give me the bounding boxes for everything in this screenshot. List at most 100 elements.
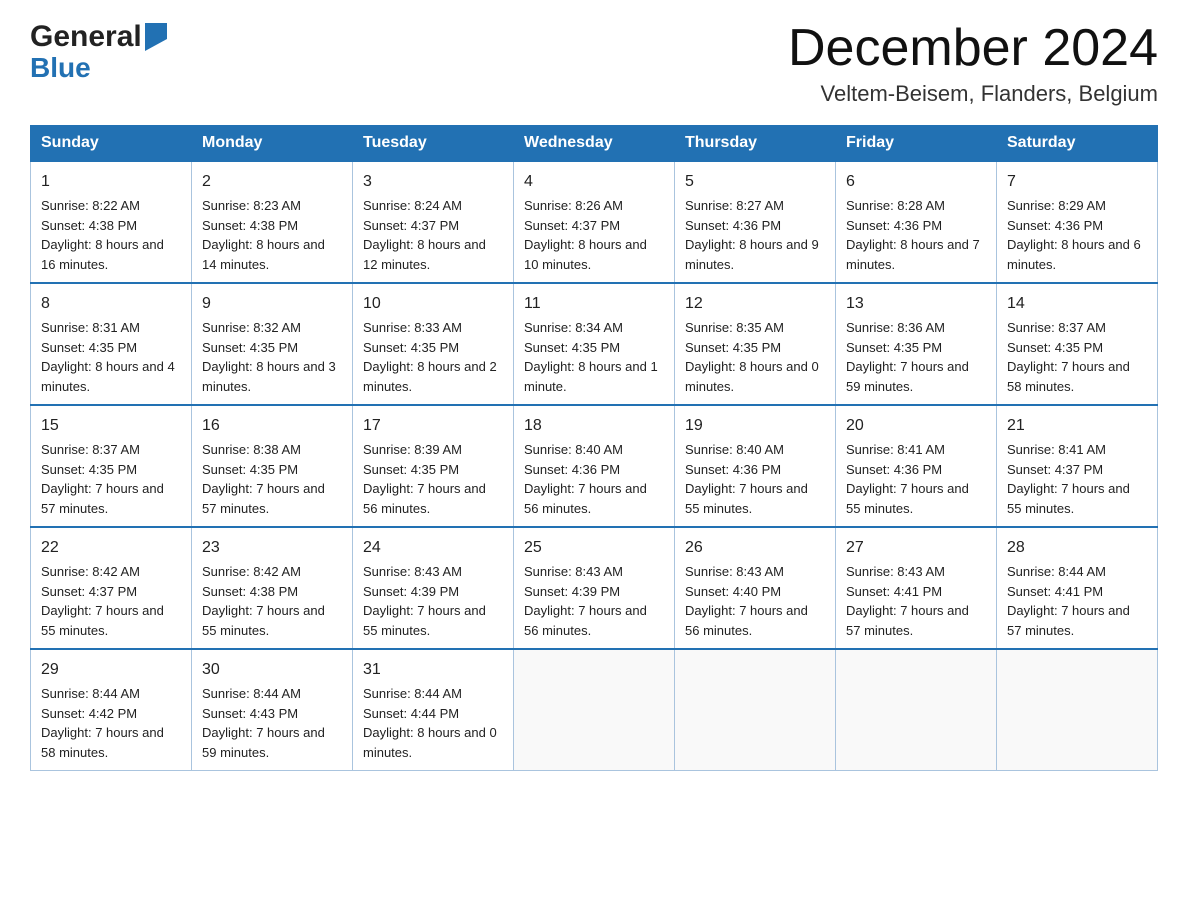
day-number: 8 <box>41 292 181 316</box>
day-number: 14 <box>1007 292 1147 316</box>
calendar-cell: 8Sunrise: 8:31 AMSunset: 4:35 PMDaylight… <box>31 283 192 405</box>
calendar-cell: 14Sunrise: 8:37 AMSunset: 4:35 PMDayligh… <box>997 283 1158 405</box>
day-info: Sunrise: 8:40 AMSunset: 4:36 PMDaylight:… <box>524 440 664 518</box>
day-info: Sunrise: 8:26 AMSunset: 4:37 PMDaylight:… <box>524 196 664 274</box>
day-number: 18 <box>524 414 664 438</box>
calendar-cell: 4Sunrise: 8:26 AMSunset: 4:37 PMDaylight… <box>514 161 675 283</box>
day-number: 7 <box>1007 170 1147 194</box>
day-info: Sunrise: 8:43 AMSunset: 4:41 PMDaylight:… <box>846 562 986 640</box>
calendar-cell: 10Sunrise: 8:33 AMSunset: 4:35 PMDayligh… <box>353 283 514 405</box>
day-number: 15 <box>41 414 181 438</box>
day-info: Sunrise: 8:32 AMSunset: 4:35 PMDaylight:… <box>202 318 342 396</box>
calendar-cell <box>675 649 836 771</box>
day-info: Sunrise: 8:33 AMSunset: 4:35 PMDaylight:… <box>363 318 503 396</box>
calendar-cell <box>836 649 997 771</box>
calendar-cell: 19Sunrise: 8:40 AMSunset: 4:36 PMDayligh… <box>675 405 836 527</box>
day-number: 31 <box>363 658 503 682</box>
day-info: Sunrise: 8:44 AMSunset: 4:44 PMDaylight:… <box>363 684 503 762</box>
day-info: Sunrise: 8:43 AMSunset: 4:40 PMDaylight:… <box>685 562 825 640</box>
calendar-cell: 20Sunrise: 8:41 AMSunset: 4:36 PMDayligh… <box>836 405 997 527</box>
calendar-cell: 9Sunrise: 8:32 AMSunset: 4:35 PMDaylight… <box>192 283 353 405</box>
logo-blue-label: Blue <box>30 52 91 84</box>
calendar-cell: 31Sunrise: 8:44 AMSunset: 4:44 PMDayligh… <box>353 649 514 771</box>
day-number: 25 <box>524 536 664 560</box>
day-number: 22 <box>41 536 181 560</box>
calendar-cell: 18Sunrise: 8:40 AMSunset: 4:36 PMDayligh… <box>514 405 675 527</box>
header-cell-tuesday: Tuesday <box>353 126 514 162</box>
calendar-cell: 1Sunrise: 8:22 AMSunset: 4:38 PMDaylight… <box>31 161 192 283</box>
day-number: 30 <box>202 658 342 682</box>
header: General Blue December 2024 Veltem-Beisem… <box>30 20 1158 107</box>
day-number: 16 <box>202 414 342 438</box>
calendar-header: SundayMondayTuesdayWednesdayThursdayFrid… <box>31 126 1158 162</box>
logo-general-text: General <box>30 20 142 54</box>
day-info: Sunrise: 8:39 AMSunset: 4:35 PMDaylight:… <box>363 440 503 518</box>
day-info: Sunrise: 8:41 AMSunset: 4:37 PMDaylight:… <box>1007 440 1147 518</box>
day-number: 23 <box>202 536 342 560</box>
week-row-2: 8Sunrise: 8:31 AMSunset: 4:35 PMDaylight… <box>31 283 1158 405</box>
calendar-cell: 15Sunrise: 8:37 AMSunset: 4:35 PMDayligh… <box>31 405 192 527</box>
day-number: 3 <box>363 170 503 194</box>
week-row-5: 29Sunrise: 8:44 AMSunset: 4:42 PMDayligh… <box>31 649 1158 771</box>
calendar-cell: 27Sunrise: 8:43 AMSunset: 4:41 PMDayligh… <box>836 527 997 649</box>
day-number: 28 <box>1007 536 1147 560</box>
calendar-cell: 23Sunrise: 8:42 AMSunset: 4:38 PMDayligh… <box>192 527 353 649</box>
week-row-1: 1Sunrise: 8:22 AMSunset: 4:38 PMDaylight… <box>31 161 1158 283</box>
logo: General <box>30 20 167 54</box>
location-title: Veltem-Beisem, Flanders, Belgium <box>788 81 1158 107</box>
day-number: 12 <box>685 292 825 316</box>
day-info: Sunrise: 8:37 AMSunset: 4:35 PMDaylight:… <box>1007 318 1147 396</box>
header-cell-monday: Monday <box>192 126 353 162</box>
calendar-body: 1Sunrise: 8:22 AMSunset: 4:38 PMDaylight… <box>31 161 1158 771</box>
calendar-cell <box>514 649 675 771</box>
calendar-cell: 11Sunrise: 8:34 AMSunset: 4:35 PMDayligh… <box>514 283 675 405</box>
day-info: Sunrise: 8:44 AMSunset: 4:42 PMDaylight:… <box>41 684 181 762</box>
day-number: 19 <box>685 414 825 438</box>
week-row-3: 15Sunrise: 8:37 AMSunset: 4:35 PMDayligh… <box>31 405 1158 527</box>
day-info: Sunrise: 8:42 AMSunset: 4:37 PMDaylight:… <box>41 562 181 640</box>
week-row-4: 22Sunrise: 8:42 AMSunset: 4:37 PMDayligh… <box>31 527 1158 649</box>
header-cell-friday: Friday <box>836 126 997 162</box>
day-info: Sunrise: 8:38 AMSunset: 4:35 PMDaylight:… <box>202 440 342 518</box>
day-number: 9 <box>202 292 342 316</box>
calendar-cell: 6Sunrise: 8:28 AMSunset: 4:36 PMDaylight… <box>836 161 997 283</box>
day-info: Sunrise: 8:42 AMSunset: 4:38 PMDaylight:… <box>202 562 342 640</box>
day-info: Sunrise: 8:34 AMSunset: 4:35 PMDaylight:… <box>524 318 664 396</box>
day-info: Sunrise: 8:43 AMSunset: 4:39 PMDaylight:… <box>363 562 503 640</box>
calendar-cell: 5Sunrise: 8:27 AMSunset: 4:36 PMDaylight… <box>675 161 836 283</box>
day-info: Sunrise: 8:28 AMSunset: 4:36 PMDaylight:… <box>846 196 986 274</box>
calendar-cell: 7Sunrise: 8:29 AMSunset: 4:36 PMDaylight… <box>997 161 1158 283</box>
day-info: Sunrise: 8:24 AMSunset: 4:37 PMDaylight:… <box>363 196 503 274</box>
calendar-cell: 24Sunrise: 8:43 AMSunset: 4:39 PMDayligh… <box>353 527 514 649</box>
calendar-cell: 22Sunrise: 8:42 AMSunset: 4:37 PMDayligh… <box>31 527 192 649</box>
calendar-cell: 21Sunrise: 8:41 AMSunset: 4:37 PMDayligh… <box>997 405 1158 527</box>
day-info: Sunrise: 8:35 AMSunset: 4:35 PMDaylight:… <box>685 318 825 396</box>
calendar-cell: 25Sunrise: 8:43 AMSunset: 4:39 PMDayligh… <box>514 527 675 649</box>
day-number: 26 <box>685 536 825 560</box>
logo-area: General Blue <box>30 20 167 84</box>
day-info: Sunrise: 8:40 AMSunset: 4:36 PMDaylight:… <box>685 440 825 518</box>
day-number: 1 <box>41 170 181 194</box>
day-info: Sunrise: 8:41 AMSunset: 4:36 PMDaylight:… <box>846 440 986 518</box>
day-number: 20 <box>846 414 986 438</box>
day-info: Sunrise: 8:29 AMSunset: 4:36 PMDaylight:… <box>1007 196 1147 274</box>
day-number: 13 <box>846 292 986 316</box>
day-info: Sunrise: 8:44 AMSunset: 4:43 PMDaylight:… <box>202 684 342 762</box>
day-number: 21 <box>1007 414 1147 438</box>
title-area: December 2024 Veltem-Beisem, Flanders, B… <box>788 20 1158 107</box>
day-number: 17 <box>363 414 503 438</box>
calendar-cell: 28Sunrise: 8:44 AMSunset: 4:41 PMDayligh… <box>997 527 1158 649</box>
day-number: 27 <box>846 536 986 560</box>
calendar-cell: 29Sunrise: 8:44 AMSunset: 4:42 PMDayligh… <box>31 649 192 771</box>
calendar-cell: 13Sunrise: 8:36 AMSunset: 4:35 PMDayligh… <box>836 283 997 405</box>
day-info: Sunrise: 8:44 AMSunset: 4:41 PMDaylight:… <box>1007 562 1147 640</box>
calendar-cell: 12Sunrise: 8:35 AMSunset: 4:35 PMDayligh… <box>675 283 836 405</box>
day-info: Sunrise: 8:27 AMSunset: 4:36 PMDaylight:… <box>685 196 825 274</box>
header-cell-saturday: Saturday <box>997 126 1158 162</box>
calendar-cell: 17Sunrise: 8:39 AMSunset: 4:35 PMDayligh… <box>353 405 514 527</box>
day-number: 24 <box>363 536 503 560</box>
header-row: SundayMondayTuesdayWednesdayThursdayFrid… <box>31 126 1158 162</box>
calendar-cell: 30Sunrise: 8:44 AMSunset: 4:43 PMDayligh… <box>192 649 353 771</box>
month-title: December 2024 <box>788 20 1158 77</box>
day-number: 11 <box>524 292 664 316</box>
